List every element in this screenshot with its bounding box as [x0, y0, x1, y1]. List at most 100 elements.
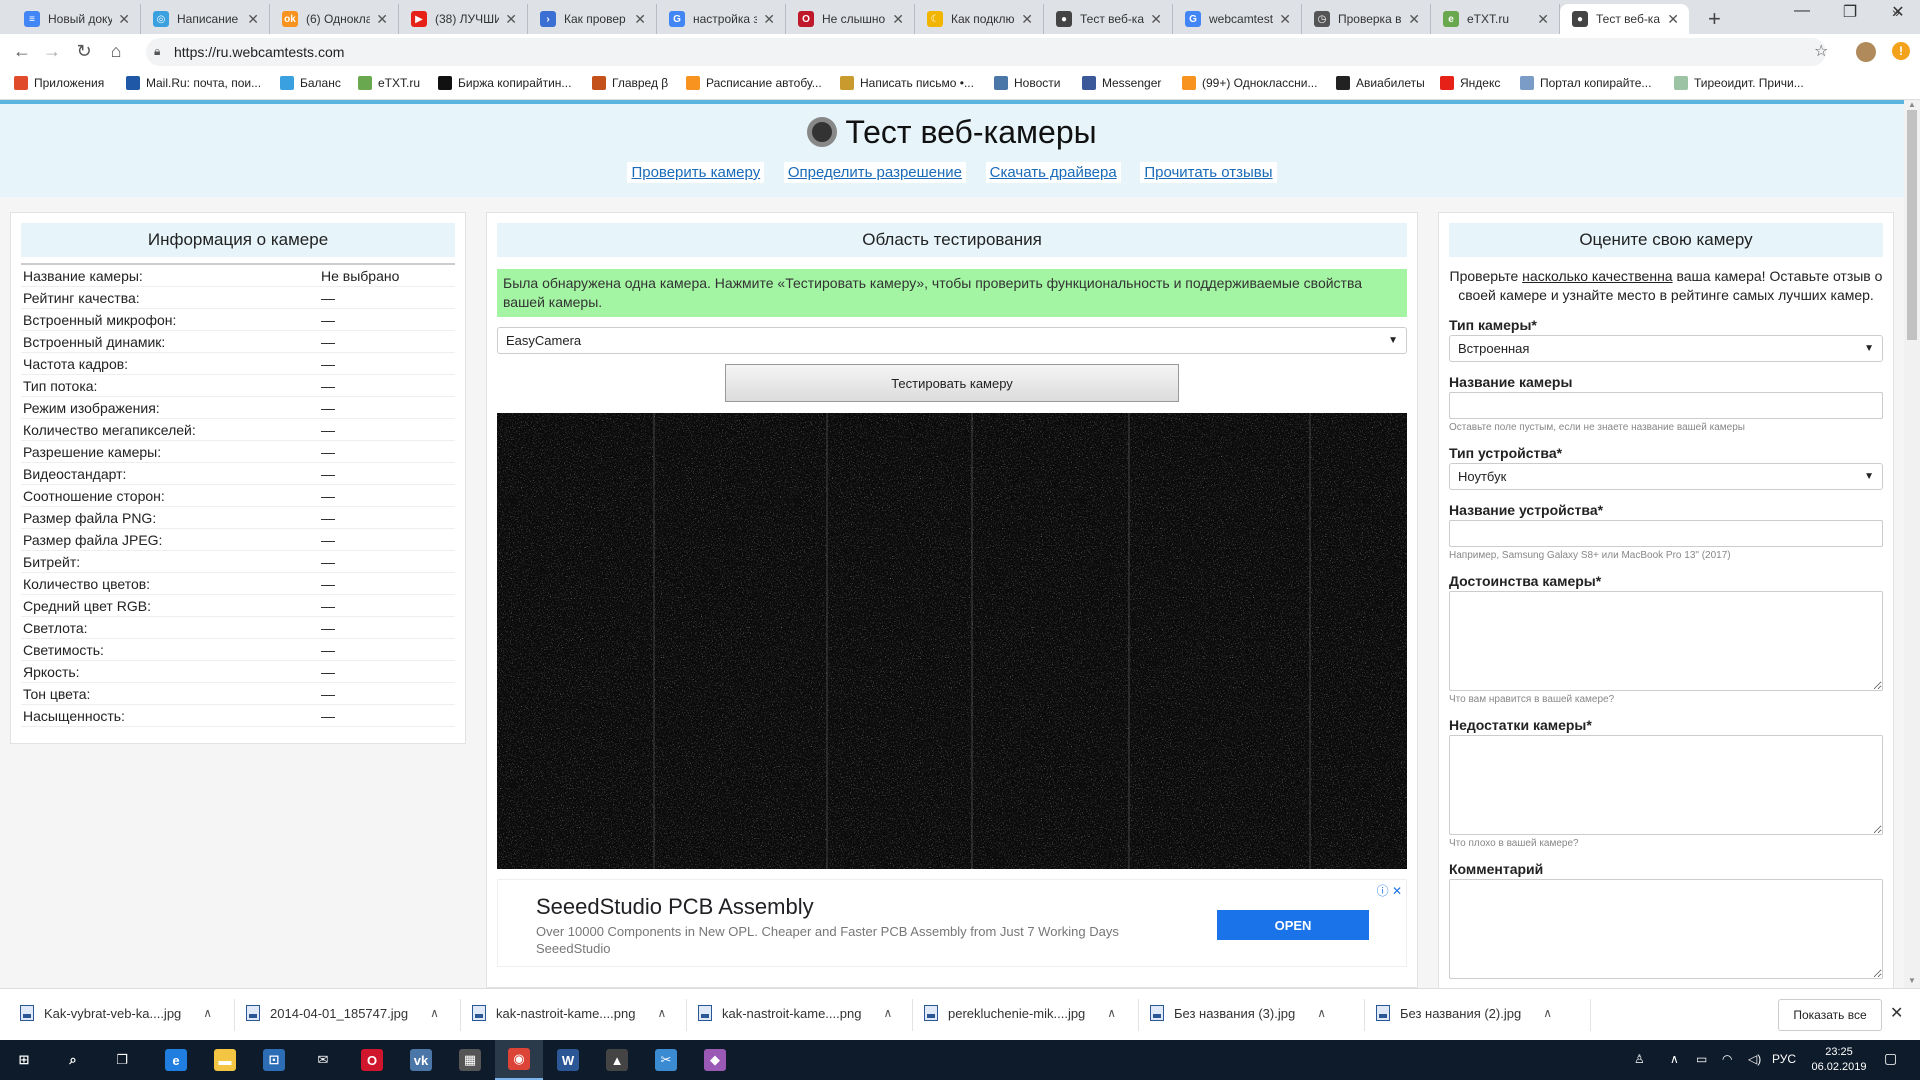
download-item[interactable]: Без названия (2).jpg ∧	[1376, 1005, 1552, 1021]
language-indicator[interactable]: РУС	[1772, 1052, 1796, 1066]
page-scrollbar[interactable]: ▲ ▼	[1904, 100, 1920, 988]
alert-icon[interactable]: !	[1892, 42, 1910, 60]
bookmark-item[interactable]: Яндекс	[1440, 76, 1500, 90]
tab[interactable]: ☾ Как подклю ✕	[915, 4, 1044, 34]
cons-textarea[interactable]	[1449, 735, 1883, 835]
tab-close-icon[interactable]: ✕	[1408, 11, 1420, 28]
bookmark-item[interactable]: Биржа копирайтин...	[438, 76, 571, 90]
tab-close-icon[interactable]: ✕	[892, 11, 904, 28]
taskbar-app[interactable]: ⊡	[250, 1040, 298, 1080]
wifi-icon[interactable]: ◠	[1722, 1052, 1732, 1066]
taskbar-app[interactable]: ⊞	[0, 1040, 48, 1080]
tab[interactable]: ● Тест веб-ка ✕	[1044, 4, 1173, 34]
tab[interactable]: e eTXT.ru ✕	[1431, 4, 1560, 34]
tab-close-icon[interactable]: ✕	[1150, 11, 1162, 28]
taskbar-app[interactable]: ✂	[642, 1040, 690, 1080]
bookmark-item[interactable]: Messenger	[1082, 76, 1161, 90]
taskbar-app[interactable]: ⌕	[49, 1040, 97, 1080]
taskbar-app[interactable]: ▦	[446, 1040, 494, 1080]
nav-check-camera[interactable]: Проверить камеру	[627, 162, 765, 183]
minimize-button[interactable]: —	[1782, 2, 1822, 20]
bookmark-item[interactable]: Написать письмо •...	[840, 76, 974, 90]
tab[interactable]: ▶ (38) ЛУЧШИ ✕	[399, 4, 528, 34]
tab-close-icon[interactable]: ✕	[634, 11, 646, 28]
tab[interactable]: Gwebcamtest ✕	[1173, 4, 1302, 34]
scrollbar-thumb[interactable]	[1907, 110, 1917, 340]
home-icon[interactable]: ⌂	[104, 41, 128, 62]
ad-open-button[interactable]: OPEN	[1217, 910, 1369, 940]
taskbar-app[interactable]: ◉	[495, 1040, 543, 1080]
tray-chevron-icon[interactable]: ∧	[1670, 1052, 1679, 1066]
tab-close-icon[interactable]: ✕	[118, 11, 130, 28]
chevron-up-icon[interactable]: ∧	[430, 1006, 439, 1020]
chevron-up-icon[interactable]: ∧	[203, 1006, 212, 1020]
bookmark-item[interactable]: Расписание автобу...	[686, 76, 822, 90]
taskbar-app[interactable]: ◆	[691, 1040, 739, 1080]
notifications-icon[interactable]: ▢	[1884, 1050, 1897, 1067]
tab-close-icon[interactable]: ✕	[247, 11, 259, 28]
profile-avatar[interactable]	[1856, 42, 1876, 62]
maximize-button[interactable]: ❐	[1830, 2, 1870, 22]
taskbar-app[interactable]: ▲	[593, 1040, 641, 1080]
tab[interactable]: O Не слышно ✕	[786, 4, 915, 34]
chevron-up-icon[interactable]: ∧	[657, 1006, 666, 1020]
download-item[interactable]: kak-nastroit-kame....png ∧	[472, 1005, 666, 1021]
nav-detect-resolution[interactable]: Определить разрешение	[783, 162, 967, 183]
download-item[interactable]: perekluchenie-mik....jpg ∧	[924, 1005, 1116, 1021]
people-icon[interactable]: ♙	[1634, 1052, 1645, 1066]
back-icon[interactable]: ←	[10, 41, 34, 62]
ad-info-close-icon[interactable]: ⓘ ✕	[1377, 882, 1402, 899]
tab-close-icon[interactable]: ✕	[763, 11, 775, 28]
bookmark-star-icon[interactable]: ☆	[1814, 41, 1828, 61]
pros-textarea[interactable]	[1449, 591, 1883, 691]
volume-icon[interactable]: ◁)	[1748, 1052, 1761, 1066]
close-downloads-icon[interactable]: ✕	[1890, 1003, 1903, 1023]
taskbar-app[interactable]: W	[544, 1040, 592, 1080]
bookmark-item[interactable]: Новости	[994, 76, 1060, 90]
chevron-up-icon[interactable]: ∧	[1317, 1006, 1326, 1020]
bookmark-item[interactable]: Mail.Ru: почта, пои...	[126, 76, 261, 90]
taskbar-app[interactable]: ▬	[201, 1040, 249, 1080]
camera-select[interactable]: EasyCamera ▼	[497, 327, 1407, 354]
bookmarks-overflow-icon[interactable]: »	[1892, 4, 1900, 20]
scroll-down-icon[interactable]: ▼	[1904, 976, 1920, 988]
ad-title[interactable]: SeeedStudio PCB Assembly	[536, 894, 814, 920]
tab[interactable]: Gнастройка з ✕	[657, 4, 786, 34]
device-type-select[interactable]: Ноутбук ▼	[1449, 463, 1883, 490]
chevron-up-icon[interactable]: ∧	[1543, 1006, 1552, 1020]
taskbar-app[interactable]: ✉	[299, 1040, 347, 1080]
taskbar-app[interactable]: ❐	[98, 1040, 146, 1080]
bookmark-item[interactable]: Баланс	[280, 76, 341, 90]
quality-link[interactable]: насколько качественна	[1522, 268, 1672, 284]
download-item[interactable]: 2014-04-01_185747.jpg ∧	[246, 1005, 439, 1021]
address-bar[interactable]: 🔒︎ https://ru.webcamtests.com	[146, 38, 1826, 66]
nav-read-reviews[interactable]: Прочитать отзывы	[1140, 162, 1277, 183]
taskbar-app[interactable]: vk	[397, 1040, 445, 1080]
taskbar-app[interactable]: O	[348, 1040, 396, 1080]
bookmark-item[interactable]: Приложения	[14, 76, 104, 90]
download-item[interactable]: Без названия (3).jpg ∧	[1150, 1005, 1326, 1021]
tab[interactable]: ≡ Новый доку ✕	[12, 4, 141, 34]
nav-download-drivers[interactable]: Скачать драйвера	[985, 162, 1121, 183]
clock[interactable]: 23:25 06.02.2019	[1804, 1045, 1874, 1075]
tab-close-icon[interactable]: ✕	[376, 11, 388, 28]
bookmark-item[interactable]: Тиреоидит. Причи...	[1674, 76, 1804, 90]
tab-close-icon[interactable]: ✕	[1021, 11, 1033, 28]
tab-close-icon[interactable]: ✕	[1279, 11, 1291, 28]
tab[interactable]: ok (6) Однокла ✕	[270, 4, 399, 34]
tab-close-icon[interactable]: ✕	[505, 11, 517, 28]
device-name-input[interactable]	[1449, 520, 1883, 547]
tab[interactable]: ● Тест веб-ка ✕	[1560, 4, 1689, 34]
bookmark-item[interactable]: Авиабилеты	[1336, 76, 1425, 90]
download-item[interactable]: kak-nastroit-kame....png ∧	[698, 1005, 892, 1021]
chevron-up-icon[interactable]: ∧	[883, 1006, 892, 1020]
bookmark-item[interactable]: Портал копирайте...	[1520, 76, 1651, 90]
test-camera-button[interactable]: Тестировать камеру	[725, 364, 1179, 402]
chevron-up-icon[interactable]: ∧	[1107, 1006, 1116, 1020]
reload-icon[interactable]: ↻	[72, 41, 96, 62]
battery-icon[interactable]: ▭	[1696, 1052, 1707, 1066]
tab-close-icon[interactable]: ✕	[1667, 11, 1679, 28]
tab-close-icon[interactable]: ✕	[1537, 11, 1549, 28]
forward-icon[interactable]: →	[40, 41, 64, 62]
tab[interactable]: ◷ Проверка в ✕	[1302, 4, 1431, 34]
